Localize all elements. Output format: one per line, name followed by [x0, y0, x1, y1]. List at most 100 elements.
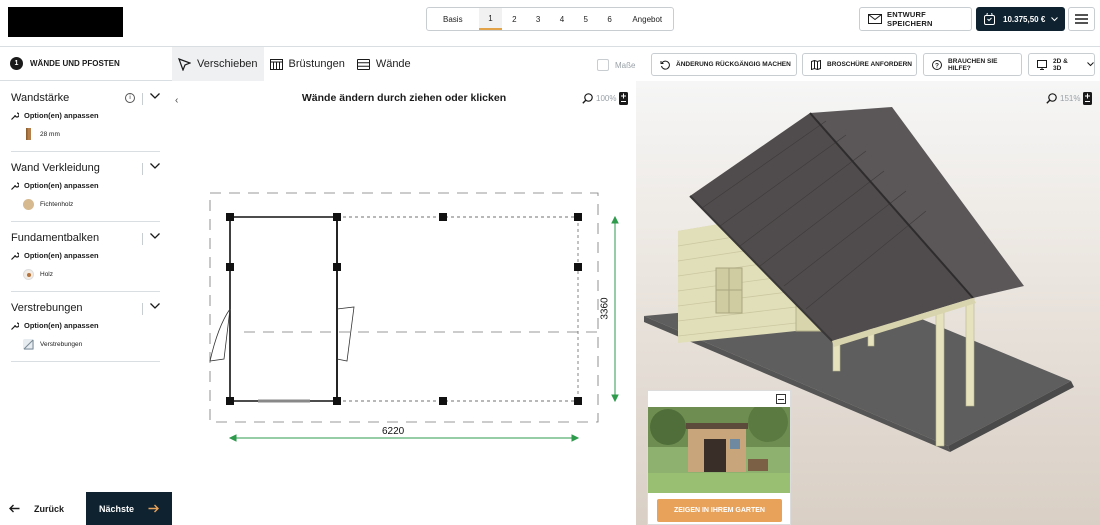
help-label: BRAUCHEN SIE HILFE? — [948, 57, 998, 72]
brochure-label: BROSCHÜRE ANFORDERN — [827, 61, 912, 68]
depth-dimension-line — [611, 215, 619, 403]
divider — [11, 361, 160, 362]
wall-icon — [356, 58, 370, 70]
save-draft-label: ENTWURF SPEICHERN — [887, 10, 933, 28]
tab-verschieben[interactable]: Verschieben — [172, 47, 264, 81]
menu-button[interactable] — [1068, 7, 1095, 31]
tab-waende-label: Wände — [375, 58, 411, 70]
chevron-down-icon — [1051, 16, 1059, 22]
chevron-down-icon[interactable] — [142, 163, 160, 175]
step-4[interactable]: 4 — [550, 8, 574, 30]
section-title[interactable]: Wand Verkleidung — [11, 162, 160, 174]
customize-options-label: Option(en) anpassen — [24, 321, 99, 330]
option-value-label: 28 mm — [40, 130, 60, 138]
step-6[interactable]: 6 — [598, 8, 622, 30]
option-value-label: Holz — [40, 271, 54, 278]
garden-preview-image — [648, 407, 790, 493]
customize-options-label: Option(en) anpassen — [24, 181, 99, 190]
info-icon[interactable]: i — [125, 93, 135, 103]
dimensions-toggle[interactable]: Maße — [597, 59, 635, 71]
customize-options-link[interactable]: Option(en) anpassen — [11, 181, 99, 190]
brochure-button[interactable]: BROSCHÜRE ANFORDERN — [802, 53, 917, 76]
chevron-down-icon[interactable] — [142, 93, 160, 105]
undo-label: ÄNDERUNG RÜCKGÄNGIG MACHEN — [676, 61, 791, 68]
cart-price-button[interactable]: 10.375,50 € — [976, 7, 1065, 31]
section-wandstaerke: Wandstärke i Option(en) anpassen 28 mm — [11, 92, 160, 152]
inner-door-swing — [336, 306, 355, 362]
chevron-down-icon[interactable] — [142, 303, 160, 315]
step-basis[interactable]: Basis — [427, 8, 479, 30]
step-angebot[interactable]: Angebot — [621, 8, 673, 30]
tab-bruestungen[interactable]: Brüstungen — [264, 47, 351, 81]
handle — [574, 213, 582, 221]
tab-bruestungen-label: Brüstungen — [288, 58, 345, 70]
wood-beam-icon — [23, 269, 34, 280]
mode-tabs: Verschieben Brüstungen Wände — [172, 47, 417, 81]
view-mode-icon — [1037, 59, 1047, 70]
handle — [574, 397, 582, 405]
option-value: Verstrebungen — [23, 339, 82, 350]
wall-thickness-icon — [23, 128, 34, 140]
brochure-icon — [811, 59, 821, 70]
left-door-swing — [209, 308, 231, 362]
section-title[interactable]: Verstrebungen — [11, 302, 160, 314]
section-title[interactable]: Wandstärke — [11, 92, 160, 104]
cursor-icon — [178, 57, 191, 71]
next-label: Nächste — [98, 503, 134, 514]
undo-button[interactable]: ÄNDERUNG RÜCKGÄNGIG MACHEN — [651, 53, 797, 76]
show-in-garden-button[interactable]: ZEIGEN IN IHREM GARTEN — [657, 499, 782, 522]
customize-options-link[interactable]: Option(en) anpassen — [11, 111, 99, 120]
handle — [333, 213, 341, 221]
section-title[interactable]: Fundamentbalken — [11, 232, 160, 244]
view-mode-select[interactable]: 2D & 3D — [1028, 53, 1095, 76]
hamburger-icon — [1075, 14, 1088, 24]
tab-waende[interactable]: Wände — [351, 47, 417, 81]
handle — [333, 263, 341, 271]
next-button[interactable]: Nächste — [86, 492, 172, 525]
option-value: Holz — [23, 269, 53, 280]
top-bar: Basis 1 2 3 4 5 6 Angebot ENTWURF SPEICH… — [0, 0, 1100, 47]
handle — [574, 263, 582, 271]
handle — [226, 397, 234, 405]
customize-options-label: Option(en) anpassen — [24, 251, 99, 260]
step-1[interactable]: 1 — [478, 8, 503, 30]
divider — [11, 291, 160, 292]
step-3[interactable]: 3 — [526, 8, 550, 30]
floor-plan-panel: ‹ Wände ändern durch ziehen oder klicken… — [172, 81, 636, 525]
svg-text:?: ? — [935, 62, 939, 69]
price-label: 10.375,50 € — [1003, 14, 1046, 24]
save-draft-button[interactable]: ENTWURF SPEICHERN — [859, 7, 972, 31]
wrench-icon — [11, 251, 19, 260]
option-value: Fichtenholz — [23, 199, 73, 210]
back-button[interactable]: Zurück — [0, 492, 86, 525]
customize-options-link[interactable]: Option(en) anpassen — [11, 321, 99, 330]
arrow-right-icon — [148, 504, 159, 513]
chevron-down-icon[interactable] — [142, 233, 160, 245]
depth-dimension-label: 3360 — [599, 297, 611, 320]
help-button[interactable]: ? BRAUCHEN SIE HILFE? — [923, 53, 1022, 76]
garden-preview-card: ZEIGEN IN IHREM GARTEN — [647, 390, 791, 525]
bracing-icon — [23, 339, 34, 350]
floor-plan-drawing[interactable] — [172, 81, 636, 525]
dimensions-checkbox[interactable] — [597, 59, 609, 71]
wall-handles — [226, 213, 582, 405]
undo-icon — [660, 60, 670, 70]
width-dimension-label: 6220 — [382, 426, 405, 437]
current-step-header: 1 WÄNDE UND PFOSTEN — [0, 47, 172, 81]
brand-logo[interactable] — [8, 7, 123, 37]
handle — [439, 397, 447, 405]
wrench-icon — [11, 321, 19, 330]
step-navigation: Basis 1 2 3 4 5 6 Angebot — [426, 7, 674, 31]
step-number-badge: 1 — [10, 57, 23, 70]
step-2[interactable]: 2 — [502, 8, 526, 30]
outer-contour — [209, 192, 599, 423]
option-value-label: Verstrebungen — [40, 341, 83, 348]
option-value: 28 mm — [23, 128, 60, 140]
divider — [11, 151, 160, 152]
wrench-icon — [11, 111, 19, 120]
step-5[interactable]: 5 — [574, 8, 598, 30]
customize-options-link[interactable]: Option(en) anpassen — [11, 251, 99, 260]
minimize-icon[interactable] — [776, 394, 786, 404]
room-walls — [229, 216, 338, 402]
arrow-left-icon — [9, 504, 20, 513]
